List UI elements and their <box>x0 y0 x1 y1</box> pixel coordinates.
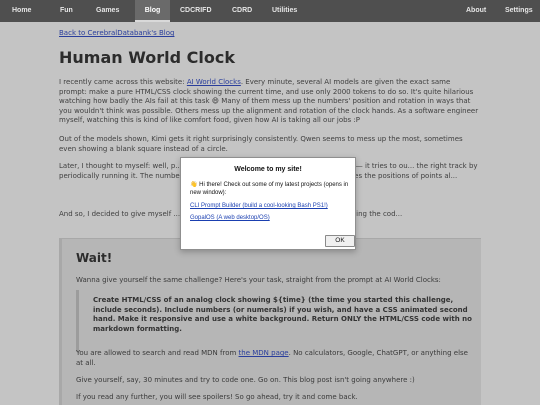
mdn-link[interactable]: the MDN page <box>239 349 289 357</box>
nav-utilities[interactable]: Utilities <box>272 0 297 22</box>
wait-intro: Wanna give yourself the same challenge? … <box>76 276 441 284</box>
nav-blog[interactable]: Blog <box>135 0 170 22</box>
nav-home[interactable]: Home <box>12 0 31 22</box>
cli-prompt-builder-link[interactable]: CLI Prompt Builder (build a cool-looking… <box>190 203 328 209</box>
prompt-text: Create HTML/CSS of an analog clock showi… <box>93 296 472 333</box>
back-to-blog-link[interactable]: Back to CerebralDatabank's Blog <box>59 29 174 37</box>
time-paragraph: Give yourself, say, 30 minutes and try t… <box>76 376 415 384</box>
intro-paragraph: I recently came across this website: AI … <box>59 78 479 126</box>
mdn-paragraph: You are allowed to search and read MDN f… <box>76 349 472 368</box>
ok-button[interactable]: OK <box>325 235 355 247</box>
intro-text-before: I recently came across this website: <box>59 78 187 86</box>
nav-games[interactable]: Games <box>96 0 119 22</box>
nav-cdcrifd[interactable]: CDCRIFD <box>180 0 212 22</box>
nav-about[interactable]: About <box>466 0 486 22</box>
prompt-quote: Create HTML/CSS of an analog clock showi… <box>76 290 472 352</box>
mdn-text-before: You are allowed to search and read MDN f… <box>76 349 239 357</box>
dialog-message: 👋 Hi there! Check out some of my latest … <box>190 182 349 196</box>
wait-callout: Wait! Wanna give yourself the same chall… <box>59 238 481 405</box>
spoiler-paragraph: If you read any further, you will see sp… <box>76 393 358 401</box>
nav-fun[interactable]: Fun <box>60 0 73 22</box>
page-title: Human World Clock <box>59 48 236 67</box>
top-nav: Home Fun Games Blog CDCRIFD CDRD Utiliti… <box>0 0 540 22</box>
dialog-title: Welcome to my site! <box>234 166 302 173</box>
nav-cdrd[interactable]: CDRD <box>232 0 252 22</box>
gopalos-link[interactable]: GopalOS (A web desktop/OS) <box>190 215 270 221</box>
models-paragraph: Out of the models shown, Kimi gets it ri… <box>59 135 463 153</box>
ai-world-clocks-link[interactable]: AI World Clocks <box>187 78 241 86</box>
wait-heading: Wait! <box>76 251 113 265</box>
nav-settings[interactable]: Settings <box>505 0 533 22</box>
